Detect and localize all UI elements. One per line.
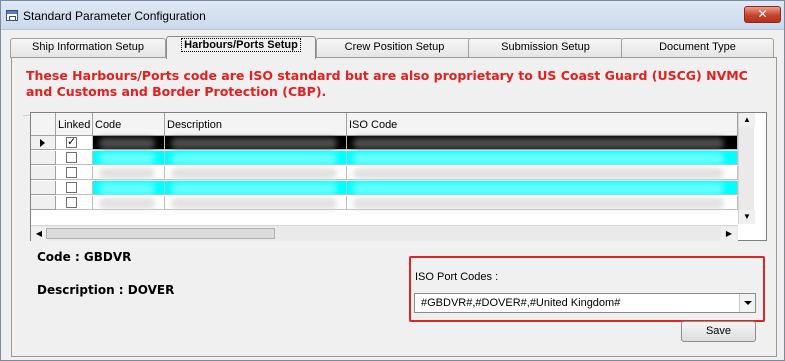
code-cell[interactable] <box>93 196 165 210</box>
ports-grid[interactable]: Linked Code Description ISO Code ▲ ▼ ◀ ▶ <box>30 112 767 241</box>
redacted-value <box>353 153 724 164</box>
column-header-code[interactable]: Code <box>93 113 165 136</box>
grid-corner <box>31 113 56 136</box>
linked-checkbox[interactable] <box>66 167 77 178</box>
description-cell[interactable] <box>165 136 347 150</box>
scroll-left-icon[interactable]: ◀ <box>31 227 47 241</box>
redacted-value <box>99 183 155 194</box>
redacted-value <box>99 138 155 149</box>
linked-cell[interactable] <box>56 196 93 210</box>
redacted-value <box>171 168 337 179</box>
iso-selected-value: #GBDVR#,#DOVER#,#United Kingdom# <box>421 297 621 309</box>
tab-harbours-ports[interactable]: Harbours/Ports Setup <box>166 36 316 59</box>
code-cell[interactable] <box>93 166 165 180</box>
linked-cell[interactable] <box>56 151 93 165</box>
tab-strip: Ship Information Setup Harbours/Ports Se… <box>10 36 776 59</box>
iso-code-cell[interactable] <box>347 196 738 210</box>
table-row[interactable] <box>31 181 738 195</box>
row-header[interactable] <box>31 196 56 210</box>
close-button[interactable]: ✕ <box>744 6 781 23</box>
iso-code-cell[interactable] <box>347 151 738 165</box>
redacted-value <box>171 153 337 164</box>
linked-cell[interactable] <box>56 181 93 195</box>
column-header-iso-code[interactable]: ISO Code <box>347 113 738 136</box>
description-cell[interactable] <box>165 151 347 165</box>
chevron-down-icon[interactable] <box>739 294 755 312</box>
description-cell[interactable] <box>165 196 347 210</box>
tab-crew-position[interactable]: Crew Position Setup <box>316 38 473 58</box>
linked-checkbox[interactable] <box>66 135 77 148</box>
column-header-description[interactable]: Description <box>165 113 347 136</box>
code-cell[interactable] <box>93 151 165 165</box>
tab-submission[interactable]: Submission Setup <box>468 38 623 58</box>
current-row-pointer-icon <box>40 139 45 147</box>
iso-code-cell[interactable] <box>347 181 738 195</box>
redacted-value <box>353 183 724 194</box>
row-header[interactable] <box>31 136 56 150</box>
window-title: Standard Parameter Configuration <box>23 9 206 23</box>
table-row[interactable] <box>31 135 738 150</box>
redacted-value <box>99 153 155 164</box>
description-cell[interactable] <box>165 181 347 195</box>
row-header[interactable] <box>31 166 56 180</box>
column-header-linked[interactable]: Linked <box>56 113 93 136</box>
scroll-thumb[interactable] <box>46 228 275 239</box>
config-window: Standard Parameter Configuration ✕ Ship … <box>0 0 785 361</box>
redacted-value <box>99 198 155 209</box>
scroll-up-icon[interactable]: ▲ <box>739 113 755 127</box>
title-bar[interactable]: Standard Parameter Configuration ✕ <box>1 1 784 30</box>
tab-document-type[interactable]: Document Type <box>621 38 774 58</box>
save-button[interactable]: Save <box>681 321 756 342</box>
tab-ship-information[interactable]: Ship Information Setup <box>10 38 166 58</box>
redacted-value <box>171 183 337 194</box>
redacted-value <box>99 168 155 179</box>
linked-checkbox[interactable] <box>66 152 77 163</box>
iso-port-codes-select[interactable]: #GBDVR#,#DOVER#,#United Kingdom# <box>414 293 756 313</box>
redacted-value <box>353 138 724 149</box>
redacted-value <box>171 138 337 149</box>
scroll-right-icon[interactable]: ▶ <box>721 227 737 241</box>
redacted-value <box>353 168 724 179</box>
iso-code-cell[interactable] <box>347 166 738 180</box>
redacted-value <box>353 198 724 209</box>
row-header[interactable] <box>31 151 56 165</box>
code-detail: Code : GBDVR <box>37 250 132 264</box>
app-icon <box>6 10 18 21</box>
grid-vertical-scrollbar[interactable]: ▲ ▼ <box>738 113 755 224</box>
scroll-down-icon[interactable]: ▼ <box>739 210 755 224</box>
table-row[interactable] <box>31 196 738 210</box>
table-row[interactable] <box>31 166 738 180</box>
iso-port-codes-label: ISO Port Codes : <box>415 271 499 283</box>
code-cell[interactable] <box>93 136 165 150</box>
grid-horizontal-scrollbar[interactable]: ◀ ▶ <box>31 225 738 241</box>
code-cell[interactable] <box>93 181 165 195</box>
row-header[interactable] <box>31 181 56 195</box>
linked-cell[interactable] <box>56 135 93 150</box>
description-detail: Description : DOVER <box>37 283 175 297</box>
iso-code-cell[interactable] <box>347 136 738 150</box>
redacted-value <box>171 198 337 209</box>
iso-notice: These Harbours/Ports code are ISO standa… <box>26 68 748 99</box>
table-row[interactable] <box>31 151 738 165</box>
description-cell[interactable] <box>165 166 347 180</box>
linked-checkbox[interactable] <box>66 182 77 193</box>
linked-cell[interactable] <box>56 166 93 180</box>
linked-checkbox[interactable] <box>66 197 77 208</box>
